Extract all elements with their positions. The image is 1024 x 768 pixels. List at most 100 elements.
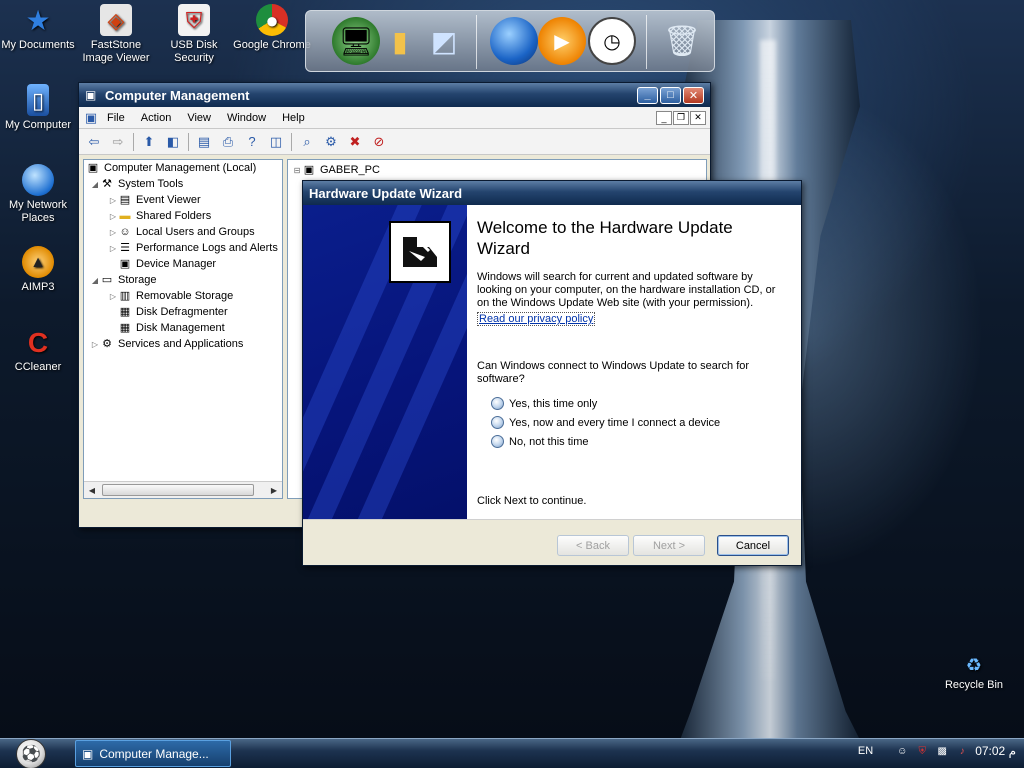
tree-item-performance-logs[interactable]: ▷ ☰ Performance Logs and Alerts [84, 240, 282, 256]
tree-item-computer-management[interactable]: ▣ Computer Management (Local) [84, 160, 282, 176]
language-indicator[interactable]: EN [858, 745, 873, 757]
desktop-icon-faststone[interactable]: ◈ FastStone Image Viewer [76, 4, 156, 65]
disable-device-icon[interactable]: ⊘ [370, 133, 388, 151]
uninstall-icon[interactable]: ✖ [346, 133, 364, 151]
collapse-arrow-icon[interactable]: ◢ [90, 180, 100, 189]
up-folder-icon[interactable]: ⬆ [140, 133, 158, 151]
globe-icon[interactable] [490, 17, 538, 65]
tree-item-device-manager[interactable]: ▣ Device Manager [84, 256, 282, 272]
horizontal-scrollbar[interactable]: ◀ ▶ [84, 481, 282, 498]
volume-icon[interactable]: ♪ [955, 744, 969, 758]
computer-management-titlebar[interactable]: ▣ Computer Management _ □ ✕ [79, 83, 710, 107]
radio-button[interactable] [491, 435, 504, 448]
network-icon[interactable]: 🖥 [332, 17, 380, 65]
desktop-icon-google-chrome[interactable]: ● Google Chrome [232, 4, 312, 52]
wizard-content: Welcome to the Hardware Update Wizard Wi… [467, 205, 801, 519]
properties-icon[interactable]: ▤ [195, 133, 213, 151]
dock-separator [646, 15, 647, 69]
recycle-bin-icon: ♻ [965, 654, 983, 675]
app-icon[interactable]: ▣ [83, 109, 99, 127]
option-no-not-this-time[interactable]: No, not this time [491, 435, 588, 448]
expand-arrow-icon[interactable]: ▷ [108, 212, 118, 221]
tree-item-local-users-and-groups[interactable]: ▷ ☺ Local Users and Groups [84, 224, 282, 240]
tree-item-shared-folders[interactable]: ▷ ▬ Shared Folders [84, 208, 282, 224]
aimp-icon: ▲ [22, 246, 54, 278]
shield-icon[interactable]: ⛨ [915, 744, 929, 758]
privacy-policy-link[interactable]: Read our privacy policy [477, 312, 596, 326]
expand-arrow-icon[interactable]: ▷ [108, 292, 118, 301]
menu-action[interactable]: Action [133, 112, 180, 124]
option-yes-this-time[interactable]: Yes, this time only [491, 397, 597, 410]
defrag-icon: ▦ [119, 306, 131, 318]
radio-button[interactable] [491, 397, 504, 410]
expand-arrow-icon[interactable]: ▷ [108, 244, 118, 253]
desktop-icon-aimp3[interactable]: ▲ AIMP3 [0, 246, 78, 294]
desktop-icon-my-computer[interactable]: ▯ My Computer [0, 84, 78, 132]
hardware-update-wizard-dialog: Hardware Update Wizard Welcome to the Ha… [302, 180, 802, 566]
expand-arrow-icon[interactable]: ▷ [108, 196, 118, 205]
menu-file[interactable]: File [99, 112, 133, 124]
export-list-icon[interactable]: ◫ [267, 133, 285, 151]
tree-item-disk-defragmenter[interactable]: ▦ Disk Defragmenter [84, 304, 282, 320]
start-button[interactable]: ⚽ [16, 739, 46, 768]
folder-icon[interactable]: ▮ [376, 17, 424, 65]
cancel-button[interactable]: Cancel [717, 535, 789, 556]
help-icon[interactable]: ? [243, 133, 261, 151]
forward-arrow-icon[interactable]: ⇨ [109, 133, 127, 151]
wizard-button-bar: < Back Next > Cancel [303, 519, 801, 565]
star-icon: ★ [25, 4, 51, 36]
mdi-minimize-button[interactable]: _ [656, 110, 672, 125]
taskbar: ⚽ ▣ Computer Manage... EN ☺ ⛨ ▩ ♪ 07:02 … [0, 738, 1024, 768]
update-driver-icon[interactable]: ⚙ [322, 133, 340, 151]
minimize-button[interactable]: _ [637, 86, 658, 104]
menu-window[interactable]: Window [219, 112, 274, 124]
maximize-button[interactable]: □ [660, 86, 681, 104]
shared-folder-icon: ▬ [119, 210, 131, 222]
desktop-icon-recycle-bin[interactable]: ♻ Recycle Bin [934, 654, 1014, 692]
menu-help[interactable]: Help [274, 112, 313, 124]
expand-arrow-icon[interactable]: ▷ [108, 228, 118, 237]
mdi-restore-button[interactable]: ❐ [673, 110, 689, 125]
media-player-icon[interactable]: ▶ [538, 17, 586, 65]
tree-item-disk-management[interactable]: ▦ Disk Management [84, 320, 282, 336]
desktop-icon-ccleaner[interactable]: C CCleaner [0, 326, 78, 374]
trash-icon[interactable]: 🗑 [658, 17, 706, 65]
collapse-box-icon[interactable]: ⊟ [292, 166, 302, 175]
taskbar-button-computer-management[interactable]: ▣ Computer Manage... [75, 740, 231, 767]
option-yes-every-time[interactable]: Yes, now and every time I connect a devi… [491, 416, 720, 429]
scroll-thumb[interactable] [102, 484, 254, 496]
collapse-arrow-icon[interactable]: ◢ [90, 276, 100, 285]
dock-bar: 🖥 ▮ ◩ ▶ ◷ 🗑 [305, 10, 715, 72]
menu-view[interactable]: View [179, 112, 219, 124]
console-tree: ▣ Computer Management (Local) ◢ ⚒ System… [83, 159, 283, 499]
tree-item-removable-storage[interactable]: ▷ ▥ Removable Storage [84, 288, 282, 304]
mdi-close-button[interactable]: ✕ [690, 110, 706, 125]
tree-item-gaber-pc[interactable]: ⊟ ▣ GABER_PC [288, 162, 706, 178]
close-button[interactable]: ✕ [683, 86, 704, 104]
clock-icon[interactable]: ◷ [588, 17, 636, 65]
wizard-question-text: Can Windows connect to Windows Update to… [477, 360, 750, 385]
tree-item-event-viewer[interactable]: ▷ ▤ Event Viewer [84, 192, 282, 208]
back-button[interactable]: < Back [557, 535, 629, 556]
tree-item-system-tools[interactable]: ◢ ⚒ System Tools [84, 176, 282, 192]
scroll-right-arrow-icon[interactable]: ▶ [266, 486, 282, 495]
control-panel-icon[interactable]: ◩ [420, 17, 468, 65]
scroll-left-arrow-icon[interactable]: ◀ [84, 486, 100, 495]
next-button[interactable]: Next > [633, 535, 705, 556]
tree-item-storage[interactable]: ◢ ▭ Storage [84, 272, 282, 288]
wizard-titlebar[interactable]: Hardware Update Wizard [303, 181, 801, 205]
device-manager-icon: ▣ [119, 258, 131, 270]
show-hide-tree-icon[interactable]: ◧ [164, 133, 182, 151]
hardware-wizard-icon [389, 221, 451, 283]
desktop-icon-my-documents[interactable]: ★ My Documents [0, 4, 78, 52]
desktop-icon-usb-disk-security[interactable]: ⛨ USB Disk Security [154, 4, 234, 65]
desktop-icon-my-network-places[interactable]: My Network Places [0, 164, 78, 225]
expand-arrow-icon[interactable]: ▷ [90, 340, 100, 349]
print-icon[interactable]: ⎙ [219, 133, 237, 151]
scan-hardware-icon[interactable]: ⌕ [298, 133, 316, 151]
back-arrow-icon[interactable]: ⇦ [85, 133, 103, 151]
radio-button[interactable] [491, 416, 504, 429]
network-connection-icon[interactable]: ▩ [935, 744, 949, 758]
smiley-icon[interactable]: ☺ [895, 744, 909, 758]
tree-item-services-and-applications[interactable]: ▷ ⚙ Services and Applications [84, 336, 282, 352]
